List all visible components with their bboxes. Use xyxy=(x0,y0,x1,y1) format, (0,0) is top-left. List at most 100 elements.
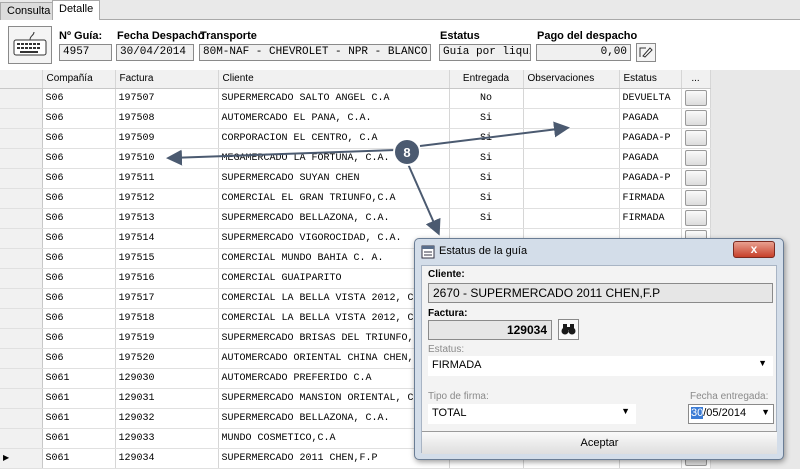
cell-factura[interactable]: 197513 xyxy=(115,208,219,229)
row-selector[interactable]: ▶ xyxy=(0,448,43,469)
cell-factura[interactable]: 129030 xyxy=(115,368,219,389)
cell-observaciones[interactable] xyxy=(523,108,620,129)
fecha-day-segment[interactable]: 30 xyxy=(691,407,704,419)
row-selector[interactable] xyxy=(0,388,43,409)
cell-compania[interactable]: S06 xyxy=(42,308,116,329)
cell-factura[interactable]: 197507 xyxy=(115,88,219,109)
cell-factura[interactable]: 129034 xyxy=(115,448,219,469)
table-row[interactable]: S06 197511 SUPERMERCADO SUYAN CHEN Si PAGADA… xyxy=(0,168,711,189)
cell-entregada[interactable]: Si xyxy=(449,148,524,169)
row-selector[interactable] xyxy=(0,408,43,429)
cell-cliente[interactable]: SUPERMERCADO BELLAZONA, C.A. xyxy=(218,208,450,229)
cell-entregada[interactable]: Si xyxy=(449,168,524,189)
row-selector[interactable] xyxy=(0,188,43,209)
row-action-button[interactable] xyxy=(684,110,707,126)
cell-compania[interactable]: S061 xyxy=(42,368,116,389)
chevron-down-icon[interactable]: ▼ xyxy=(761,407,770,417)
row-selector[interactable] xyxy=(0,368,43,389)
table-row[interactable]: S06 197513 SUPERMERCADO BELLAZONA, C.A. Si F… xyxy=(0,208,711,229)
pago-field[interactable]: 0,00 xyxy=(536,44,631,61)
factura-field[interactable]: 129034 xyxy=(428,320,552,340)
cell-factura[interactable]: 197511 xyxy=(115,168,219,189)
cell-factura[interactable]: 129033 xyxy=(115,428,219,449)
cell-factura[interactable]: 197512 xyxy=(115,188,219,209)
cell-compania[interactable]: S061 xyxy=(42,408,116,429)
row-selector[interactable] xyxy=(0,348,43,369)
row-selector[interactable] xyxy=(0,428,43,449)
aceptar-button[interactable]: Aceptar xyxy=(422,431,777,454)
cell-observaciones[interactable] xyxy=(523,208,620,229)
table-row[interactable]: S06 197507 SUPERMERCADO SALTO ANGEL C.A No D… xyxy=(0,88,711,109)
cell-estatus[interactable]: PAGADA-P xyxy=(619,128,682,149)
cell-compania[interactable]: S06 xyxy=(42,268,116,289)
cell-cliente[interactable]: SUPERMERCADO SUYAN CHEN xyxy=(218,168,450,189)
row-selector[interactable] xyxy=(0,308,43,329)
header-compania[interactable]: Compañía xyxy=(42,70,116,89)
row-selector[interactable] xyxy=(0,168,43,189)
tab-detalle[interactable]: Detalle xyxy=(52,0,101,21)
fecha-entregada-picker[interactable]: 30/05/2014 ▼ xyxy=(688,404,774,424)
cell-compania[interactable]: S06 xyxy=(42,228,116,249)
cell-factura[interactable]: 197519 xyxy=(115,328,219,349)
row-selector[interactable] xyxy=(0,208,43,229)
cell-factura[interactable]: 197515 xyxy=(115,248,219,269)
cell-entregada[interactable]: Si xyxy=(449,188,524,209)
cell-observaciones[interactable] xyxy=(523,188,620,209)
cell-factura[interactable]: 197516 xyxy=(115,268,219,289)
row-selector[interactable] xyxy=(0,88,43,109)
table-row[interactable]: S06 197510 MEGAMERCADO LA FORTUNA, C.A. Si P… xyxy=(0,148,711,169)
cell-compania[interactable]: S06 xyxy=(42,168,116,189)
cell-entregada[interactable]: No xyxy=(449,88,524,109)
header-entregada[interactable]: Entregada xyxy=(449,70,524,89)
cell-compania[interactable]: S061 xyxy=(42,428,116,449)
table-row[interactable]: S06 197509 CORPORACION EL CENTRO, C.A Si PAG… xyxy=(0,128,711,149)
cell-factura[interactable]: 197520 xyxy=(115,348,219,369)
cell-estatus[interactable]: FIRMADA xyxy=(619,208,682,229)
row-selector[interactable] xyxy=(0,288,43,309)
row-selector[interactable] xyxy=(0,128,43,149)
row-action-button[interactable] xyxy=(684,190,707,206)
row-selector[interactable] xyxy=(0,268,43,289)
tab-consulta[interactable]: Consulta xyxy=(0,2,58,20)
cell-entregada[interactable]: Si xyxy=(449,108,524,129)
cell-compania[interactable]: S06 xyxy=(42,208,116,229)
table-row[interactable]: S06 197512 COMERCIAL EL GRAN TRIUNFO,C.A Si… xyxy=(0,188,711,209)
cell-estatus[interactable]: PAGADA xyxy=(619,108,682,129)
cell-observaciones[interactable] xyxy=(523,148,620,169)
row-selector[interactable] xyxy=(0,108,43,129)
row-selector[interactable] xyxy=(0,328,43,349)
cell-compania[interactable]: S06 xyxy=(42,328,116,349)
row-selector[interactable] xyxy=(0,148,43,169)
cell-cliente[interactable]: AUTOMERCADO EL PANA, C.A. xyxy=(218,108,450,129)
row-action-button[interactable] xyxy=(684,90,707,106)
cell-observaciones[interactable] xyxy=(523,168,620,189)
cell-estatus[interactable]: PAGADA xyxy=(619,148,682,169)
cell-factura[interactable]: 197518 xyxy=(115,308,219,329)
cell-compania[interactable]: S06 xyxy=(42,288,116,309)
cell-compania[interactable]: S06 xyxy=(42,88,116,109)
cell-factura[interactable]: 197508 xyxy=(115,108,219,129)
row-action-button[interactable] xyxy=(684,130,707,146)
cell-compania[interactable]: S06 xyxy=(42,188,116,209)
cell-factura[interactable]: 129032 xyxy=(115,408,219,429)
row-action-button[interactable] xyxy=(684,170,707,186)
cell-cliente[interactable]: COMERCIAL EL GRAN TRIUNFO,C.A xyxy=(218,188,450,209)
cell-entregada[interactable]: Si xyxy=(449,128,524,149)
cell-cliente[interactable]: SUPERMERCADO SALTO ANGEL C.A xyxy=(218,88,450,109)
cell-observaciones[interactable] xyxy=(523,88,620,109)
row-action-button[interactable] xyxy=(684,150,707,166)
edit-pago-button[interactable] xyxy=(636,43,656,62)
dialog-titlebar[interactable]: Estatus de la guía x xyxy=(415,239,783,265)
cell-observaciones[interactable] xyxy=(523,128,620,149)
keyboard-button[interactable] xyxy=(8,26,52,64)
search-factura-button[interactable] xyxy=(558,319,579,340)
cell-compania[interactable]: S06 xyxy=(42,248,116,269)
cell-compania[interactable]: S06 xyxy=(42,348,116,369)
cell-estatus[interactable]: PAGADA-P xyxy=(619,168,682,189)
cell-factura[interactable]: 197510 xyxy=(115,148,219,169)
cell-estatus[interactable]: DEVUELTA xyxy=(619,88,682,109)
cell-entregada[interactable]: Si xyxy=(449,208,524,229)
cell-compania[interactable]: S061 xyxy=(42,388,116,409)
cell-factura[interactable]: 129031 xyxy=(115,388,219,409)
cell-compania[interactable]: S06 xyxy=(42,148,116,169)
